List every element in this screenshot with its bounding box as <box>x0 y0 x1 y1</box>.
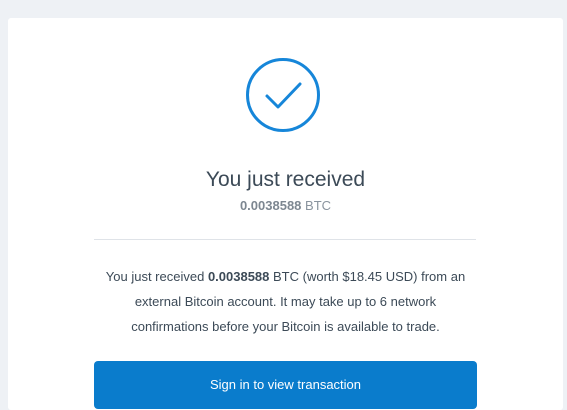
sign-in-button[interactable]: Sign in to view transaction <box>94 361 477 409</box>
message-line1: BTC (worth $18.45 USD) from an <box>273 269 466 284</box>
divider <box>94 239 476 240</box>
message-amount: 0.0038588 <box>207 269 270 284</box>
details-message: You just received 0.0038588 BTC (worth $… <box>84 264 487 339</box>
amount-value: 0.0038588 <box>239 198 302 213</box>
amount-unit: BTC <box>305 198 332 213</box>
message-line3: confirmations before your Bitcoin is ava… <box>131 319 440 334</box>
page-title: You just received <box>205 168 366 191</box>
notification-card: You just received 0.0038588 BTC You just… <box>8 18 563 410</box>
message-prefix: You just received <box>105 269 205 284</box>
message-line2: external Bitcoin account. It may take up… <box>134 294 437 309</box>
check-circle-icon <box>246 58 320 132</box>
received-amount: 0.0038588 BTC <box>8 198 563 214</box>
